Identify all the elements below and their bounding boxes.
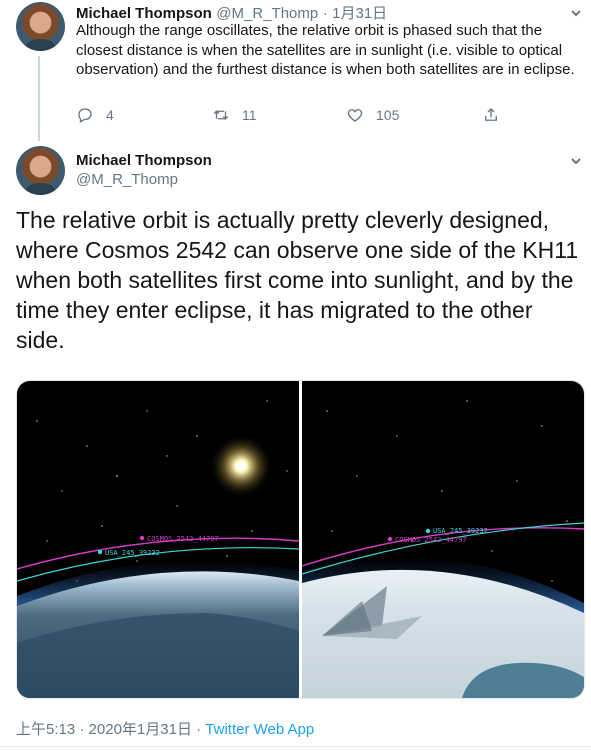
retweet-button[interactable]: 11 — [212, 106, 257, 124]
share-icon — [485, 108, 497, 121]
reply-button[interactable]: 4 — [76, 106, 114, 124]
source-app-link[interactable]: Twitter Web App — [205, 721, 314, 738]
dot-separator: · — [322, 5, 328, 22]
dot-separator: · — [196, 721, 202, 738]
tweet-date[interactable]: 1月31日 — [332, 5, 387, 22]
avatar[interactable] — [16, 2, 65, 51]
usa-satellite-label: USA_245_39232 — [433, 527, 488, 535]
like-button[interactable]: 105 — [346, 106, 399, 124]
chevron-down-icon[interactable] — [570, 154, 582, 166]
author-name[interactable]: Michael Thompson — [76, 152, 212, 169]
tweet-full-date[interactable]: 2020年1月31日 — [89, 721, 192, 738]
divider — [0, 746, 591, 747]
author-name[interactable]: Michael Thompson — [76, 5, 212, 22]
tweet-media: COSMOS_2542_44797 USA_245_39232 COSMOS_2… — [16, 380, 585, 699]
author-handle[interactable]: @M_R_Thomp — [76, 171, 178, 188]
reply-count: 4 — [106, 107, 114, 123]
avatar[interactable] — [16, 146, 65, 195]
tweet-actions: 4 11 105 — [76, 106, 506, 126]
chevron-down-icon[interactable] — [570, 6, 582, 18]
media-image-2[interactable]: COSMOS_2542_44797 USA_245_39232 — [302, 381, 584, 698]
thread-line — [38, 56, 40, 141]
dot-separator: · — [79, 721, 85, 738]
cosmos-satellite-label: COSMOS_2542_44797 — [147, 535, 219, 543]
retweet-icon — [213, 110, 229, 120]
retweet-count: 11 — [242, 107, 257, 123]
share-button[interactable] — [482, 106, 500, 124]
tweet-text: The relative orbit is actually pretty cl… — [16, 207, 579, 353]
usa-satellite-label: USA_245_39232 — [105, 549, 160, 557]
tweet-footer: 上午5:13 · 2020年1月31日 · Twitter Web App — [16, 718, 314, 739]
like-icon — [347, 109, 363, 122]
author-handle[interactable]: @M_R_Thomp — [216, 5, 318, 22]
media-image-1[interactable]: COSMOS_2542_44797 USA_245_39232 — [17, 381, 299, 698]
tweet-time[interactable]: 上午5:13 — [16, 721, 75, 738]
like-count: 105 — [376, 107, 400, 123]
reply-icon — [78, 108, 92, 123]
tweet-header: Michael Thompson @M_R_Thomp · 1月31日 — [76, 2, 387, 23]
tweet-text: Although the range oscillates, the relat… — [76, 22, 575, 78]
cosmos-satellite-label: COSMOS_2542_44797 — [395, 536, 467, 544]
